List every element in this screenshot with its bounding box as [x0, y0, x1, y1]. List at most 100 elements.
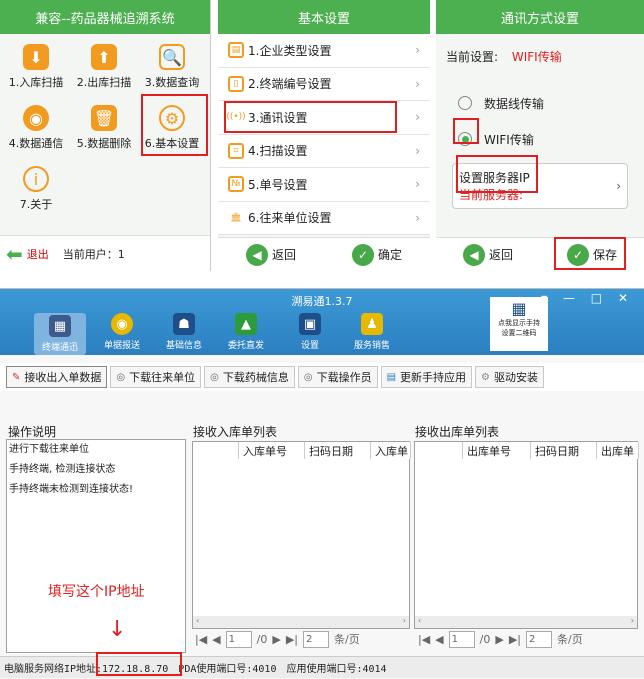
qr-button[interactable]: ▦ 点我显示手持 设置二维码 [490, 297, 548, 351]
next-page-icon[interactable]: ▶ [272, 633, 280, 646]
page-size-input[interactable]: 2 [526, 630, 552, 648]
menu-item-data-delete[interactable]: 🗑 5.数据删除 [70, 101, 138, 156]
col-in-order: 入库单 [371, 442, 411, 459]
menu-item-inbound-scan[interactable]: ⬇ 1.入库扫描 [2, 40, 70, 95]
menu-item-data-query[interactable]: 🔍 3.数据查询 [138, 40, 206, 95]
tool-service-sales[interactable]: ♟ 服务销售 [346, 313, 398, 351]
col-out-no: 出库单号 [463, 442, 531, 459]
radio-circle-icon [458, 96, 472, 110]
sales-icon: ♟ [361, 313, 383, 335]
log-line: 进行下载往来单位 [9, 444, 89, 455]
bank-icon: 🏛 [230, 212, 242, 223]
col-scan-date: 扫码日期 [305, 442, 371, 459]
update-handheld-app-button[interactable]: ▤ 更新手持应用 [380, 366, 473, 388]
inbound-box-icon: ⬇ [23, 44, 49, 70]
download-icon: ◎ [303, 371, 313, 383]
driver-install-button[interactable]: ⚙ 驱动安装 [475, 366, 545, 388]
annotation-text: 填写这个IP地址 [48, 584, 145, 600]
current-setting-value: WIFI传输 [511, 50, 562, 64]
highlight-ip-address [96, 652, 182, 676]
phone-basic-settings: 基本设置 ▤ 1.企业类型设置 › ▯ 2.终端编号设置 › ((•)) 3.通讯设置 › … [218, 0, 430, 271]
settings-item-scan[interactable]: ⌗ 4.扫描设置 › [218, 134, 430, 168]
col-in-no: 入库单号 [239, 442, 305, 459]
current-user: 当前用户：1 [62, 247, 125, 261]
receive-orders-button[interactable]: ✎ 接收出入单数据 [6, 366, 108, 388]
exit-arrow-icon[interactable]: ⬅ [6, 242, 23, 266]
col-out-order: 出库单 [597, 442, 639, 459]
info-icon: i [23, 166, 49, 192]
receive-icon: ✎ [12, 371, 21, 383]
annotation-arrow-icon: ↓ [108, 617, 127, 642]
download-icon: ◎ [210, 371, 219, 383]
trash-icon: 🗑 [91, 105, 117, 131]
download-drug-info-button[interactable]: ◎ 下载药械信息 [204, 366, 295, 388]
page-input[interactable]: 1 [225, 630, 252, 648]
back-button[interactable]: ◀ 返回 [462, 243, 513, 266]
download-partners-button[interactable]: ◎ 下载往来单位 [110, 366, 202, 388]
settings-item-partners[interactable]: 🏛 6.往来单位设置 › [218, 201, 430, 235]
people-icon: ☗ [173, 313, 195, 335]
chevron-right-icon: › [415, 177, 420, 192]
first-page-icon[interactable]: |◀ [418, 633, 430, 646]
tool-base-info[interactable]: ☗ 基础信息 [158, 313, 210, 351]
update-icon: ▤ [386, 371, 397, 383]
tool-direct-ship[interactable]: ▲ 委托直发 [220, 313, 272, 351]
in-pagination: |◀ ◀ 1/0 ▶ ▶| 2 条/页 [195, 630, 360, 648]
basic-settings-bottom-bar: ◀ 返回 ✓ 确定 [218, 237, 430, 271]
last-page-icon[interactable]: ▶| [509, 633, 521, 646]
highlight-communication-settings [224, 101, 397, 133]
back-arrow-icon: ◀ [462, 243, 485, 266]
chevron-right-icon: › [415, 76, 420, 91]
chevron-right-icon: › [415, 43, 420, 58]
op-log-panel: 进行下载往来单位 手持终端, 检测连接状态 手持终端未检测到连接状态! [6, 439, 186, 653]
tool-settings[interactable]: ▣ 设置 [284, 313, 336, 351]
settings-item-terminal-no[interactable]: ▯ 2.终端编号设置 › [218, 67, 430, 101]
radio-usb-cable[interactable]: 数据线传输 [436, 85, 644, 121]
tool-bill-report[interactable]: ◉ 单据报送 [96, 313, 148, 351]
prev-page-icon[interactable]: ◀ [435, 633, 443, 646]
first-page-icon[interactable]: |◀ [195, 633, 207, 646]
action-bar: ✎ 接收出入单数据 ◎ 下载往来单位 ◎ 下载药械信息 ◎ 下载操作员 ▤ 更新手持应用 … [0, 363, 644, 391]
last-page-icon[interactable]: ▶| [286, 633, 298, 646]
back-arrow-icon: ◀ [245, 243, 268, 266]
outbound-box-icon: ⬆ [91, 44, 117, 70]
log-line: 手持终端, 检测连接状态 [9, 464, 116, 475]
col-scan-date: 扫码日期 [531, 442, 597, 459]
status-pda-port: PDA使用端口号:4010 [178, 664, 277, 675]
log-line: 手持终端未检测到连接状态! [9, 484, 134, 495]
tool-terminal-comm[interactable]: ▦ 终端通迅 [34, 313, 86, 355]
window-controls[interactable]: ▾ — □ ✕ [541, 291, 634, 305]
out-pagination: |◀ ◀ 1/0 ▶ ▶| 2 条/页 [418, 630, 583, 648]
highlight-wifi-radio [453, 118, 479, 144]
menu-item-outbound-scan[interactable]: ⬆ 2.出库扫描 [70, 40, 138, 95]
driver-gear-icon: ⚙ [481, 371, 491, 383]
chevron-right-icon: › [415, 110, 420, 125]
desktop-app-window: 溯易通1.3.7 ▾ — □ ✕ ▦ 终端通迅 ◉ 单据报送 ☗ 基础信息 ▲ 委托直发… [0, 288, 644, 679]
company-icon: ▤ [228, 42, 244, 59]
back-button[interactable]: ◀ 返回 [245, 243, 296, 266]
chevron-right-icon: › [616, 179, 621, 193]
download-operators-button[interactable]: ◎ 下载操作员 [297, 366, 378, 388]
scan-icon: ⌗ [228, 142, 244, 159]
menu-item-data-comm[interactable]: ◉ 4.数据通信 [2, 101, 70, 156]
signal-icon: ◉ [23, 105, 49, 131]
status-app-port: 应用使用端口号:4014 [286, 664, 387, 675]
settings-item-company-type[interactable]: ▤ 1.企业类型设置 › [218, 34, 430, 68]
highlight-server-ip [456, 155, 538, 193]
settings-item-order-no[interactable]: № 5.单号设置 › [218, 168, 430, 202]
basic-settings-title: 基本设置 [218, 0, 430, 34]
op-panel-title: 操作说明 [8, 425, 57, 439]
page-size-input[interactable]: 2 [303, 630, 329, 648]
app-toolbar: 溯易通1.3.7 ▾ — □ ✕ ▦ 终端通迅 ◉ 单据报送 ☗ 基础信息 ▲ 委托直发… [0, 289, 644, 355]
page-input[interactable]: 1 [448, 630, 475, 648]
menu-item-about[interactable]: i 7.关于 [2, 162, 70, 217]
prev-page-icon[interactable]: ◀ [212, 633, 220, 646]
terminal-icon: ▦ [49, 315, 71, 337]
exit-button[interactable]: 退出 [27, 246, 49, 262]
in-panel-title: 接收入库单列表 [193, 425, 278, 439]
out-panel-title: 接收出库单列表 [415, 425, 500, 439]
confirm-button[interactable]: ✓ 确定 [351, 243, 402, 266]
current-setting-row: 当前设置: WIFI传输 [446, 50, 562, 64]
download-icon: ◎ [116, 371, 126, 383]
next-page-icon[interactable]: ▶ [495, 633, 503, 646]
